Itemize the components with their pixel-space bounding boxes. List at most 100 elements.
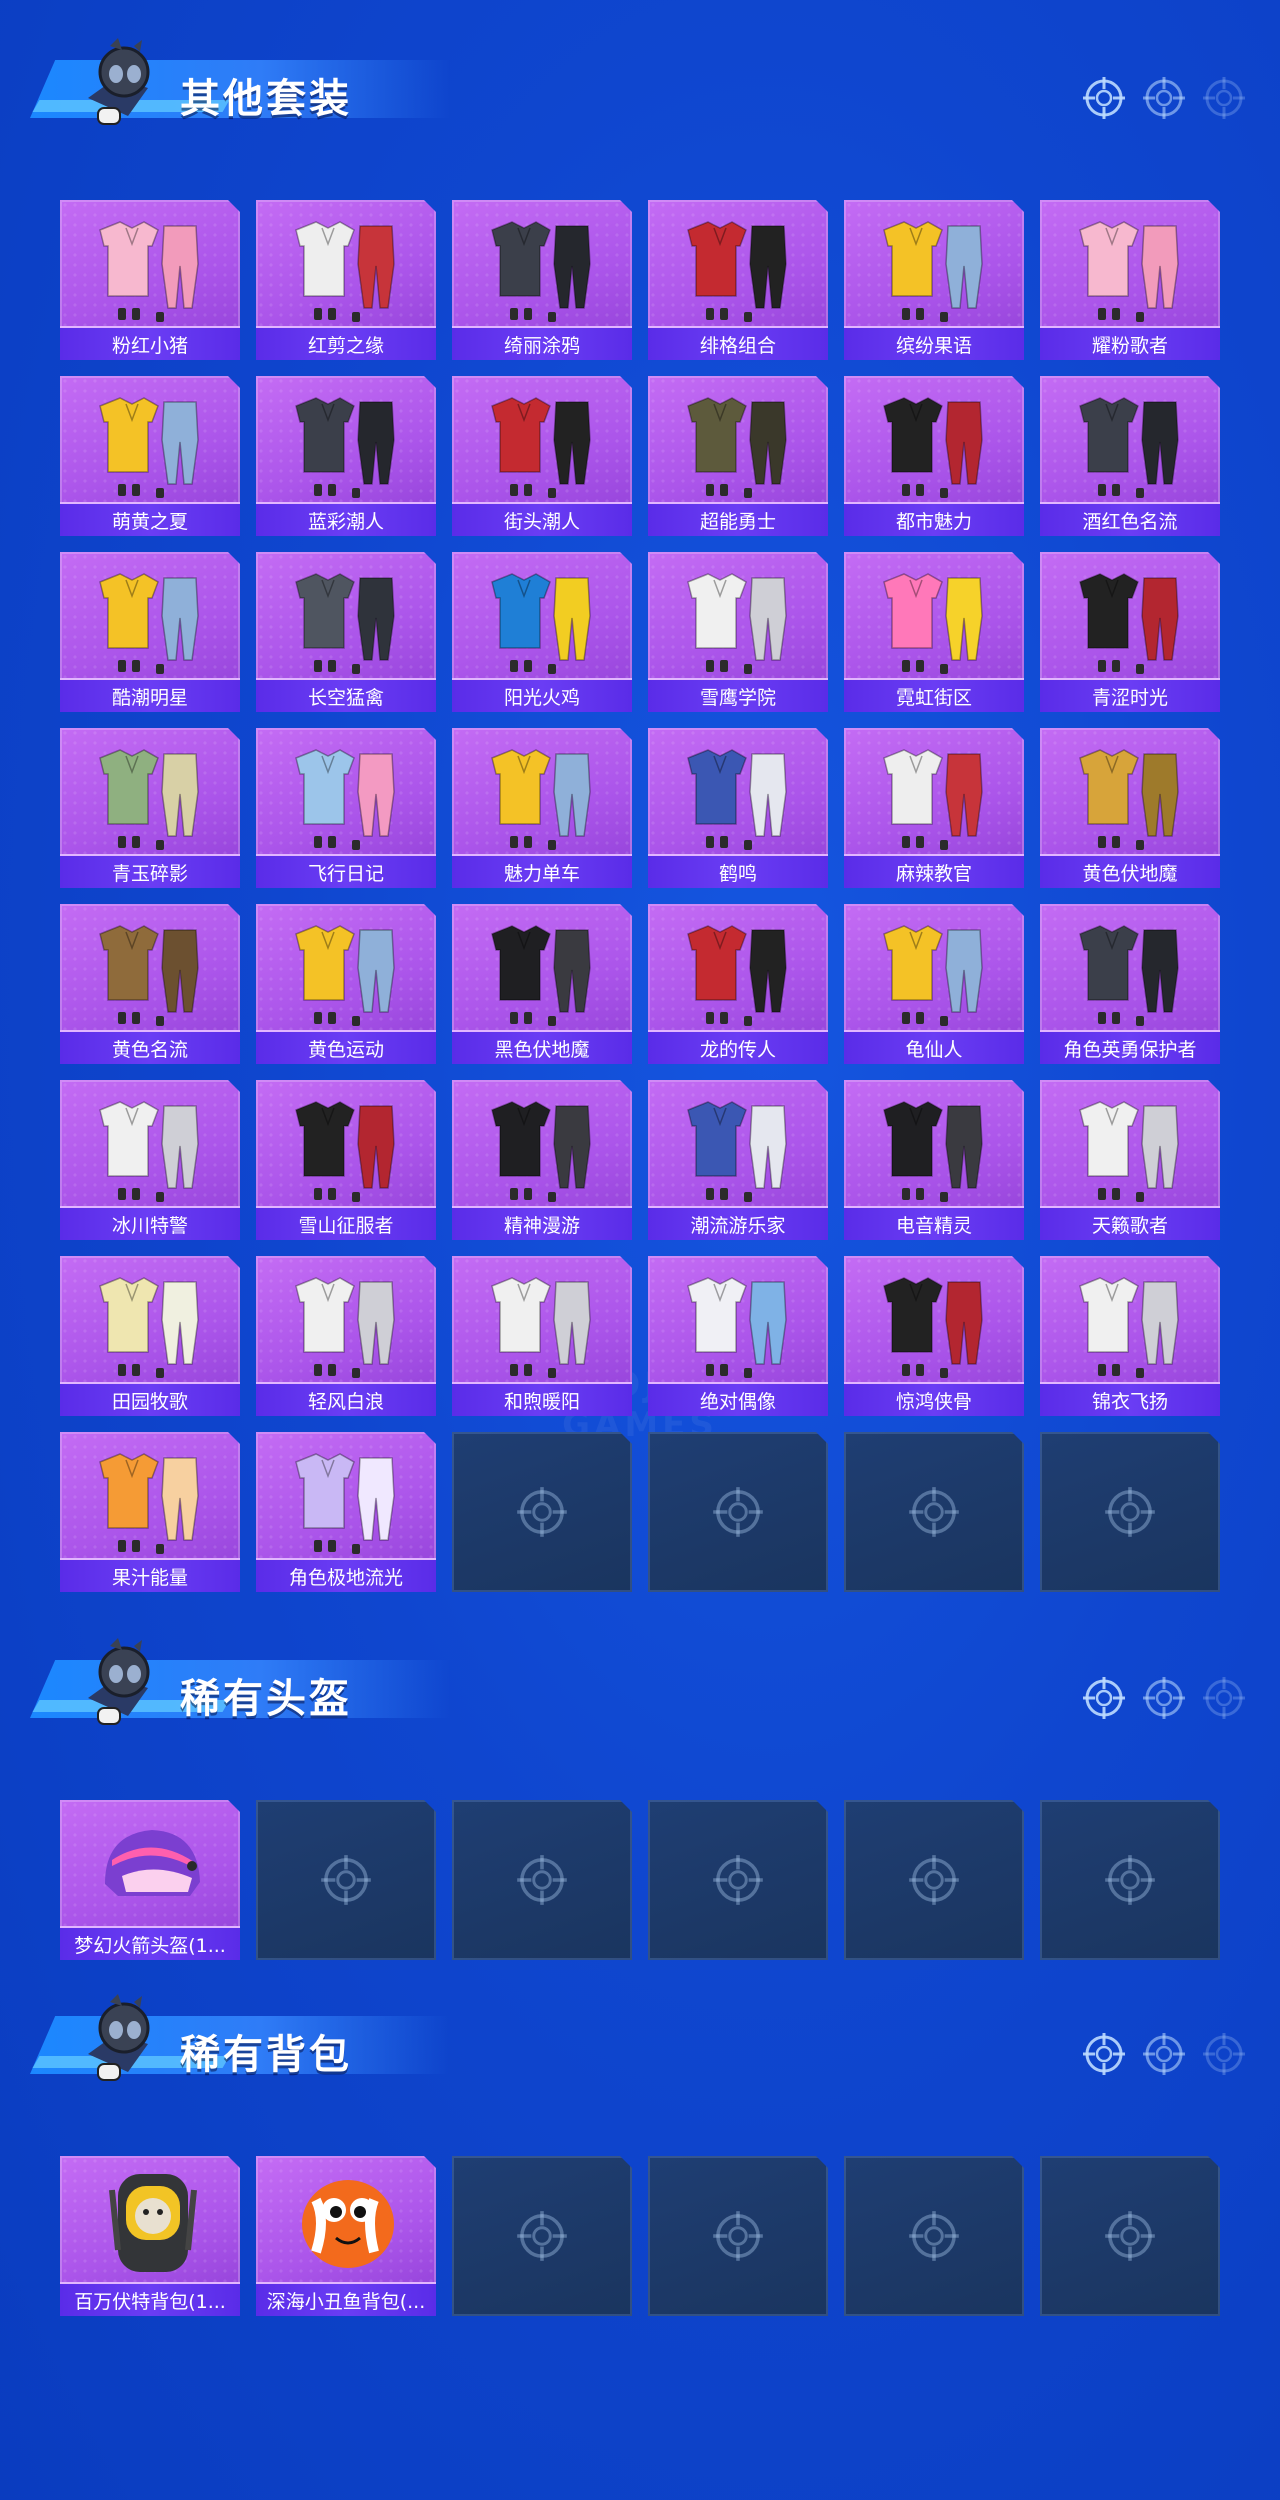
item-card[interactable]: 青玉碎影 [60,728,240,888]
empty-slot [1040,2156,1220,2316]
item-label: 电音精灵 [895,1214,972,1237]
item-card[interactable]: 缤纷果语 [844,200,1024,360]
item-label-bar: 黑色伏地魔 [452,1030,632,1064]
item-label-bar: 麻辣教官 [844,854,1024,888]
item-card[interactable]: 田园牧歌 [60,1256,240,1416]
item-card[interactable]: 龟仙人 [844,904,1024,1064]
item-label-bar: 百万伏特背包(1... [60,2282,240,2316]
item-label: 红剪之缘 [307,334,384,357]
item-image [452,556,632,678]
item-label-bar: 红剪之缘 [256,326,436,360]
item-card[interactable]: 霓虹街区 [844,552,1024,712]
item-label-bar: 鹤鸣 [648,854,828,888]
item-label-bar: 冰川特警 [60,1206,240,1240]
item-image [844,380,1024,502]
item-card[interactable]: 天籁歌者 [1040,1080,1220,1240]
item-label-bar: 田园牧歌 [60,1382,240,1416]
item-card[interactable]: 飞行日记 [256,728,436,888]
item-card[interactable]: 粉红小猪 [60,200,240,360]
item-card[interactable]: 萌黄之夏 [60,376,240,536]
item-card[interactable]: 超能勇士 [648,376,828,536]
empty-slot [452,2156,632,2316]
item-label: 龟仙人 [905,1038,963,1061]
item-card[interactable]: 绯格组合 [648,200,828,360]
item-image [844,732,1024,854]
item-card[interactable]: 长空猛禽 [256,552,436,712]
item-card[interactable]: 和煦暖阳 [452,1256,632,1416]
item-card[interactable]: 黄色运动 [256,904,436,1064]
item-card[interactable]: 深海小丑鱼背包(... [256,2156,436,2316]
item-label-bar: 蓝彩潮人 [256,502,436,536]
item-card[interactable]: 果汁能量 [60,1432,240,1592]
item-card[interactable]: 魅力单车 [452,728,632,888]
item-image [60,908,240,1030]
item-card[interactable]: 锦衣飞扬 [1040,1256,1220,1416]
item-label-bar: 酷潮明星 [60,678,240,712]
section-rare-helmets: 稀有头盔梦幻火箭头盔(1... [0,1638,1280,1960]
item-card[interactable]: 酒红色名流 [1040,376,1220,536]
item-card[interactable]: 街头潮人 [452,376,632,536]
item-image [256,1260,436,1382]
item-image [60,380,240,502]
item-card[interactable]: 黑色伏地魔 [452,904,632,1064]
item-image [1040,732,1220,854]
section-other-outfits: 其他套装 粉红小猪 红剪之缘 绮丽涂鸦 绯格组合 缤纷果语 耀粉歌者 萌黄之夏 蓝彩潮人 街头潮人… [0,38,1280,1592]
item-label: 麻辣教官 [895,862,972,885]
item-label: 深海小丑鱼背包(... [266,2290,426,2313]
crosshair-target-icon [1202,1676,1246,1720]
item-label-bar: 粉红小猪 [60,326,240,360]
item-card[interactable]: 惊鸿侠骨 [844,1256,1024,1416]
item-card[interactable]: 酷潮明星 [60,552,240,712]
item-label-bar: 黄色名流 [60,1030,240,1064]
item-card[interactable]: 蓝彩潮人 [256,376,436,536]
item-label: 轻风白浪 [307,1390,384,1413]
crosshair-target-icon [320,1854,372,1906]
crosshair-target-icon [908,2210,960,2262]
item-card[interactable]: 绝对偶像 [648,1256,828,1416]
item-card[interactable]: 冰川特警 [60,1080,240,1240]
item-image [1040,1084,1220,1206]
item-card[interactable]: 潮流游乐家 [648,1080,828,1240]
item-label: 萌黄之夏 [111,510,188,533]
item-image [60,1084,240,1206]
item-image [256,1084,436,1206]
item-label-bar: 青玉碎影 [60,854,240,888]
item-card[interactable]: 雪鹰学院 [648,552,828,712]
item-card[interactable]: 红剪之缘 [256,200,436,360]
item-card[interactable]: 角色英勇保护者 [1040,904,1220,1064]
item-label: 绮丽涂鸦 [503,334,580,357]
empty-slot [1040,1432,1220,1592]
item-card[interactable]: 百万伏特背包(1... [60,2156,240,2316]
item-card[interactable]: 鹤鸣 [648,728,828,888]
item-card[interactable]: 青涩时光 [1040,552,1220,712]
item-image [1040,908,1220,1030]
item-label: 缤纷果语 [895,334,972,357]
item-card[interactable]: 梦幻火箭头盔(1... [60,1800,240,1960]
item-label-bar: 轻风白浪 [256,1382,436,1416]
item-card[interactable]: 电音精灵 [844,1080,1024,1240]
item-card[interactable]: 绮丽涂鸦 [452,200,632,360]
item-label-bar: 锦衣飞扬 [1040,1382,1220,1416]
item-card[interactable]: 龙的传人 [648,904,828,1064]
item-label: 天籁歌者 [1091,1214,1168,1237]
section-header: 稀有头盔 [0,1638,1280,1728]
crosshair-target-icon [1104,1486,1156,1538]
item-card[interactable]: 耀粉歌者 [1040,200,1220,360]
item-card[interactable]: 精神漫游 [452,1080,632,1240]
item-label: 超能勇士 [699,510,776,533]
item-card[interactable]: 黄色名流 [60,904,240,1064]
item-image [648,380,828,502]
item-label: 田园牧歌 [111,1390,188,1413]
item-card[interactable]: 阳光火鸡 [452,552,632,712]
item-card[interactable]: 雪山征服者 [256,1080,436,1240]
crosshair-target-icon [1082,76,1126,120]
item-card[interactable]: 都市魅力 [844,376,1024,536]
item-image [256,908,436,1030]
item-image [648,732,828,854]
empty-slot [1040,1800,1220,1960]
item-card[interactable]: 轻风白浪 [256,1256,436,1416]
item-card[interactable]: 角色极地流光 [256,1432,436,1592]
item-card[interactable]: 黄色伏地魔 [1040,728,1220,888]
item-card[interactable]: 麻辣教官 [844,728,1024,888]
item-image [452,1260,632,1382]
